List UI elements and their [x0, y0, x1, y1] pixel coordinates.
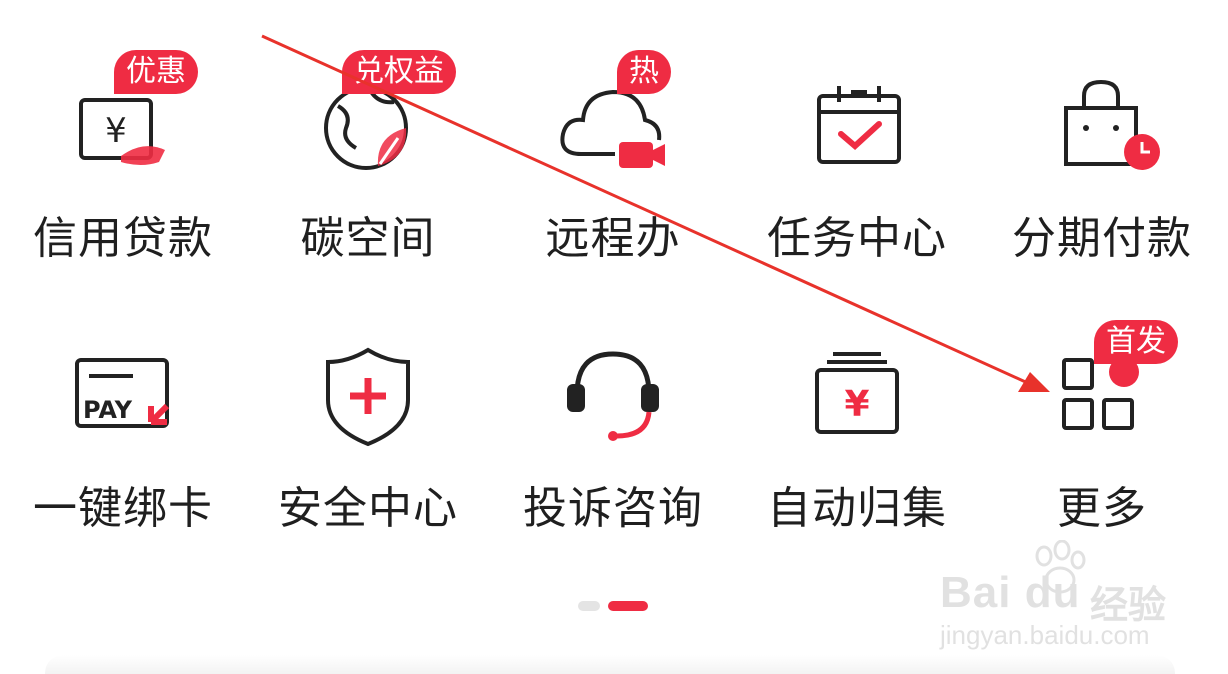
page-dot-1[interactable] [578, 601, 600, 611]
badge-redeem-rights: 兑权益 [342, 50, 456, 94]
grid-item-label: 更多 [1057, 483, 1147, 534]
grid-item-label: 信用贷款 [33, 213, 213, 264]
headset-icon [553, 340, 673, 460]
grid-item-carbon-space[interactable]: 兑权益 碳空间 [248, 50, 488, 330]
grid-item-label: 远程办 [545, 213, 681, 264]
grid-item-security-center[interactable]: 安全中心 [248, 340, 488, 600]
badge-hot: 热 [617, 50, 671, 94]
feature-grid-screen: ¥ 优惠 信用贷款 兑权益 碳空间 热 远程办 任务中心 分期付款 PAY 一键… [0, 0, 1228, 674]
grid-item-label: 分期付款 [1012, 213, 1192, 264]
grid-item-installment[interactable]: 分期付款 [982, 70, 1222, 330]
grid-item-label: 任务中心 [767, 213, 947, 264]
grid-item-label: 自动归集 [767, 483, 947, 534]
bottom-card-edge [45, 655, 1175, 674]
shield-plus-icon [308, 340, 428, 460]
grid-item-remote-office[interactable]: 热 远程办 [493, 50, 733, 330]
badge-discount: 优惠 [114, 50, 198, 94]
pay-card-icon: PAY [63, 340, 183, 460]
grid-item-task-center[interactable]: 任务中心 [737, 70, 977, 330]
yen-box-icon: ¥ [797, 340, 917, 460]
grid-item-auto-collect[interactable]: ¥ 自动归集 [737, 340, 977, 600]
badge-first-release: 首发 [1094, 320, 1178, 364]
grid-item-label: 一键绑卡 [33, 483, 213, 534]
svg-text:PAY: PAY [83, 396, 133, 424]
page-dot-2-active[interactable] [608, 601, 648, 611]
svg-text:¥: ¥ [844, 384, 869, 425]
grid-item-label: 投诉咨询 [523, 483, 703, 534]
grid-item-bind-card[interactable]: PAY 一键绑卡 [3, 340, 243, 600]
grid-item-label: 安全中心 [278, 483, 458, 534]
grid-item-complaint-consult[interactable]: 投诉咨询 [493, 340, 733, 600]
grid-item-more[interactable]: 首发 更多 [982, 320, 1222, 600]
grid-item-credit-loan[interactable]: ¥ 优惠 信用贷款 [3, 50, 243, 330]
calendar-check-icon [797, 70, 917, 190]
shopping-bag-clock-icon [1042, 70, 1162, 190]
watermark-url: jingyan.baidu.com [940, 620, 1150, 650]
grid-item-label: 碳空间 [300, 213, 436, 264]
svg-text:¥: ¥ [105, 111, 127, 151]
